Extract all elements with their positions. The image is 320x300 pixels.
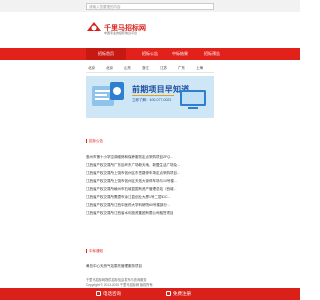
news-item[interactable]: 江西省产权交易所江西省水利投资集团有限公司租赁项目 xyxy=(86,211,214,216)
region-link[interactable]: 山东 xyxy=(124,66,131,71)
region-link[interactable]: 北京 xyxy=(106,66,113,71)
news-item[interactable]: 江西省产权交易所鹰潭市余江县创业大厦1号二层IDC... xyxy=(86,195,214,200)
call-label: 电话咨询 xyxy=(103,291,121,296)
banner-phone: 立即了解：400-077-0022 xyxy=(132,98,172,102)
region-link[interactable]: 上海 xyxy=(196,66,203,71)
nav-item-home[interactable]: 招标首页 xyxy=(86,48,126,60)
brand-subtitle: 中国专业的招标信息平台 xyxy=(104,31,138,35)
region-link[interactable]: 广东 xyxy=(178,66,185,71)
promo-banner[interactable]: 前期项目早知道 立即了解：400-077-0022 xyxy=(86,76,214,118)
news-item[interactable]: 江西省产权交易所赣州市石城县国有资产管理总站（西城... xyxy=(86,187,214,192)
banner-divider xyxy=(132,95,174,96)
header xyxy=(0,12,300,48)
nav-item-forecast[interactable]: 招标预告 xyxy=(192,48,232,60)
main-nav: 招标首页 招标公告 中标结果 招标预告 xyxy=(0,48,300,60)
region-link[interactable]: 浙江 xyxy=(142,66,149,71)
register-button[interactable]: 免费注册 xyxy=(166,288,191,300)
section-marker xyxy=(86,249,87,253)
result-item[interactable]: 黄岛中心天然气站委托管理服务项目 xyxy=(86,264,142,269)
logo-icon xyxy=(87,22,101,31)
news-item[interactable]: 江西省产权交易所江西中医药大学科研院60号楼部分... xyxy=(86,203,214,208)
banner-device-icon xyxy=(180,90,206,109)
footer-info: 千里马招标网提供招标信息发布与查询服务 Copyright © 2013-202… xyxy=(86,278,226,287)
footer-copyright: Copyright © 2013-2025 千里马招标网 版权所有 xyxy=(86,282,153,287)
call-button[interactable]: 电话咨询 xyxy=(96,288,121,300)
region-link[interactable]: 江苏 xyxy=(160,66,167,71)
news-item[interactable]: 江西省产权交易所上饶市信州区东岳路停车场定点采购项目... xyxy=(86,171,214,176)
region-filter: 北京 北京 山东 浙江 江苏 广东 上海 xyxy=(86,64,214,73)
user-icon xyxy=(166,291,171,297)
news-item[interactable]: 江西省产权交易所广东区岭东广场新天地、新盟生活广场及... xyxy=(86,163,214,168)
region-link[interactable]: 北京 xyxy=(88,66,95,71)
news-heading: 招标公告 xyxy=(89,139,103,143)
banner-illustration-icon xyxy=(92,82,124,106)
section-marker xyxy=(86,139,87,143)
search-input[interactable]: 请输入您要搜的内容 xyxy=(86,3,214,10)
footer-bar: 电话咨询 免费注册 xyxy=(0,288,300,300)
register-label: 免费注册 xyxy=(173,291,191,296)
phone-icon xyxy=(96,291,101,297)
top-bar: 请输入您要搜的内容 xyxy=(0,0,300,12)
results-heading: 中标通知 xyxy=(89,249,103,253)
news-item[interactable]: 惠州市第十小学空调维修和保养服务定点采购项目ZFQ... xyxy=(86,155,214,160)
news-item[interactable]: 江西省产权交易所上饶市信州区天佑大街停车场与10号楼... xyxy=(86,179,214,184)
